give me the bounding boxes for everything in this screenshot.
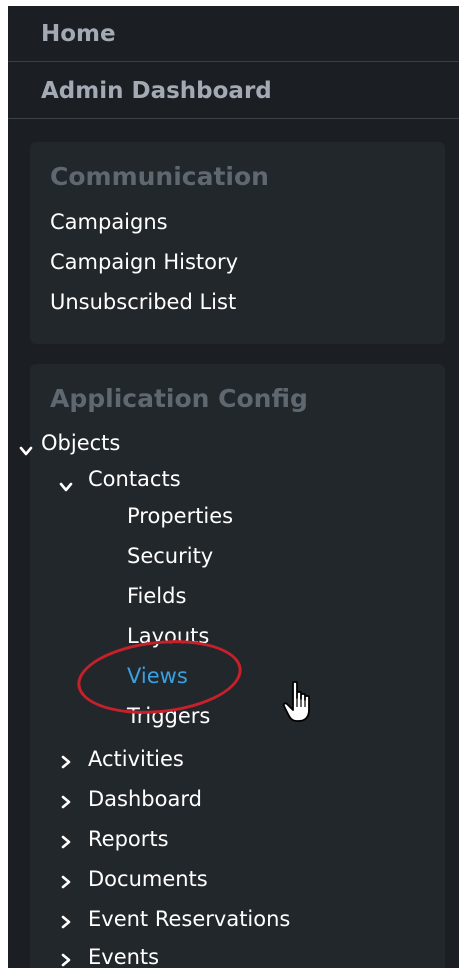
menu-item-campaign-history[interactable]: Campaign History (50, 250, 238, 274)
chevron-right-icon[interactable] (59, 915, 73, 929)
chevron-right-icon[interactable] (59, 875, 73, 889)
chevron-right-icon[interactable] (59, 755, 73, 769)
nav-admin-dashboard[interactable]: Admin Dashboard (8, 63, 459, 119)
nav-home[interactable]: Home (8, 6, 459, 62)
tree-item-documents[interactable]: Documents (88, 867, 208, 891)
communication-panel: Communication Campaigns Campaign History… (30, 142, 445, 344)
tree-item-contacts[interactable]: Contacts (88, 467, 181, 491)
tree-item-layouts[interactable]: Layouts (127, 624, 209, 648)
tree-item-fields[interactable]: Fields (127, 584, 186, 608)
chevron-right-icon[interactable] (59, 953, 73, 967)
tree-item-properties[interactable]: Properties (127, 504, 233, 528)
chevron-down-icon[interactable] (19, 444, 33, 458)
chevron-right-icon[interactable] (59, 835, 73, 849)
application-config-title: Application Config (50, 384, 308, 413)
menu-item-unsubscribed-list[interactable]: Unsubscribed List (50, 290, 236, 314)
tree-item-security[interactable]: Security (127, 544, 213, 568)
tree-item-events[interactable]: Events (88, 945, 159, 968)
menu-item-campaigns[interactable]: Campaigns (50, 210, 168, 234)
hand-pointer-cursor-icon (282, 680, 316, 724)
tree-item-reports[interactable]: Reports (88, 827, 169, 851)
tree-item-triggers[interactable]: Triggers (127, 704, 210, 728)
chevron-right-icon[interactable] (59, 795, 73, 809)
tree-item-activities[interactable]: Activities (88, 747, 184, 771)
sidebar: Home Admin Dashboard Communication Campa… (8, 6, 459, 968)
tree-item-event-reservations[interactable]: Event Reservations (88, 907, 290, 931)
tree-item-views[interactable]: Views (127, 664, 188, 688)
tree-item-objects[interactable]: Objects (41, 431, 120, 455)
chevron-down-icon[interactable] (59, 480, 73, 494)
communication-title: Communication (50, 162, 269, 191)
tree-item-dashboard[interactable]: Dashboard (88, 787, 202, 811)
